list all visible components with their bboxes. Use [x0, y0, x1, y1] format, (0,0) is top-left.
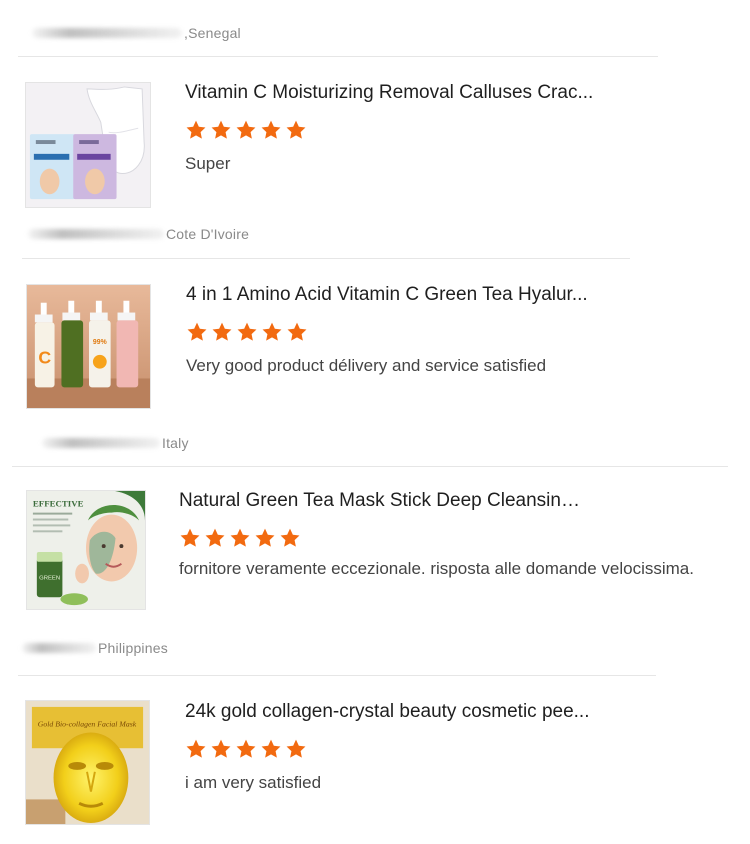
green-tea-mask-stick-product-image: EFFECTIVE GREEN [27, 491, 145, 609]
star-icon [186, 321, 208, 343]
product-thumbnail[interactable]: EFFECTIVE GREEN [26, 490, 146, 610]
star-icon [185, 119, 207, 141]
reviewer-country: Italy [162, 435, 189, 451]
review-comment: Super [185, 154, 231, 173]
svg-text:99%: 99% [93, 339, 107, 346]
star-icon [210, 738, 232, 760]
svg-text:C: C [38, 348, 51, 368]
reviewer-name-blurred [22, 643, 96, 653]
reviewer-info: Cote D'Ivoire [28, 226, 249, 242]
star-icon [261, 321, 283, 343]
reviewer-name-blurred [42, 438, 160, 448]
star-icon [285, 119, 307, 141]
star-icon [286, 321, 308, 343]
thumb-effective-text: EFFECTIVE [33, 499, 84, 509]
star-icon [211, 321, 233, 343]
rating-stars [186, 321, 308, 343]
review-comment: i am very satisfied [185, 773, 322, 792]
rating-stars [185, 738, 307, 760]
product-title-link[interactable]: 24k gold collagen-crystal beauty cosmeti… [185, 701, 615, 723]
star-icon [185, 738, 207, 760]
star-icon [179, 527, 201, 549]
product-thumbnail[interactable]: Gold Bio-collagen Facial Mask [25, 700, 150, 825]
review-comment: fornitore veramente eccezionale. rispost… [179, 559, 694, 578]
reviewer-info: Italy [42, 435, 189, 451]
product-thumbnail[interactable] [25, 82, 151, 208]
star-icon [285, 738, 307, 760]
reviewer-name-blurred [28, 229, 164, 239]
gold-collagen-mask-product-image: Gold Bio-collagen Facial Mask [26, 701, 149, 824]
thumb-mask-label: Gold Bio-collagen Facial Mask [38, 722, 137, 729]
product-title-link[interactable]: 4 in 1 Amino Acid Vitamin C Green Tea Hy… [186, 284, 606, 306]
foot-mask-product-image [26, 83, 150, 207]
divider [22, 258, 630, 259]
reviewer-country: Philippines [98, 640, 168, 656]
star-icon [229, 527, 251, 549]
reviews-page: ,Senegal Vitamin C Moisturizing Removal … [0, 0, 750, 844]
star-icon [254, 527, 276, 549]
review-comment: Very good product délivery and service s… [186, 356, 547, 375]
star-icon [279, 527, 301, 549]
star-icon [235, 119, 257, 141]
reviewer-info: Philippines [22, 640, 168, 656]
product-title-link[interactable]: Vitamin C Moisturizing Removal Calluses … [185, 82, 615, 104]
star-icon [204, 527, 226, 549]
star-icon [260, 738, 282, 760]
star-icon [236, 321, 258, 343]
thumb-stick-label: GREEN [39, 576, 60, 582]
rating-stars [179, 527, 301, 549]
star-icon [235, 738, 257, 760]
cleanser-bottles-product-image: C 99% [27, 285, 150, 408]
reviewer-country: Cote D'Ivoire [166, 226, 250, 242]
reviewer-name-blurred [32, 28, 182, 38]
rating-stars [185, 119, 307, 141]
star-icon [210, 119, 232, 141]
reviewer-country: ,Senegal [184, 25, 241, 41]
product-title-link[interactable]: Natural Green Tea Mask Stick Deep Cleans… [179, 490, 589, 512]
divider [12, 466, 728, 467]
product-thumbnail[interactable]: C 99% [26, 284, 151, 409]
divider [18, 675, 656, 676]
reviewer-info: ,Senegal [32, 25, 241, 41]
star-icon [260, 119, 282, 141]
divider [18, 56, 658, 57]
